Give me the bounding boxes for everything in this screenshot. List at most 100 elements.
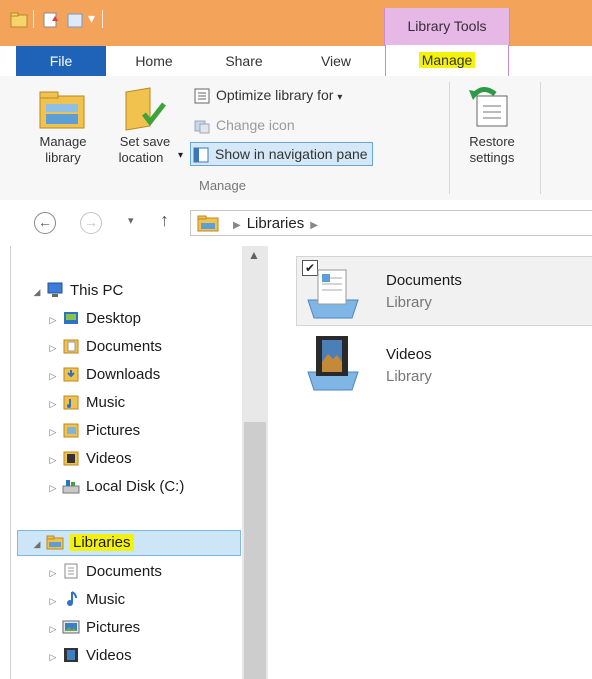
tree-label-videos: Videos bbox=[86, 450, 132, 467]
tree-item-music[interactable]: ▷ Music bbox=[46, 391, 126, 416]
group-separator bbox=[449, 82, 450, 194]
videos-folder-icon bbox=[63, 451, 79, 466]
up-arrow-icon[interactable]: ↑ bbox=[160, 210, 169, 231]
collapsed-arrow-icon[interactable]: ▷ bbox=[46, 561, 60, 585]
tree-label-this-pc: This PC bbox=[70, 282, 124, 299]
set-save-location-label-1: Set save bbox=[119, 134, 171, 149]
tree-item-desktop[interactable]: ▷ Desktop bbox=[46, 307, 142, 332]
tree-item-library-videos[interactable]: ▷ Videos bbox=[46, 644, 132, 668]
optimize-library-for-button[interactable]: Optimize library for ▾ bbox=[194, 84, 342, 106]
breadcrumb-libraries[interactable]: Libraries bbox=[247, 215, 305, 232]
collapsed-arrow-icon[interactable]: ▷ bbox=[46, 476, 60, 500]
music-folder-icon bbox=[63, 395, 79, 410]
content-pane: ✔ Documents Library Videos Library bbox=[268, 246, 592, 679]
film-icon bbox=[64, 648, 78, 662]
manage-library-label-1: Manage bbox=[39, 134, 87, 149]
chevron-down-icon: ▾ bbox=[178, 150, 184, 161]
collapsed-arrow-icon[interactable]: ▷ bbox=[46, 308, 60, 332]
tree-item-local-disk[interactable]: ▷ Local Disk (C:) bbox=[46, 475, 185, 500]
item-type-documents: Library bbox=[386, 294, 432, 311]
tree-item-pictures[interactable]: ▷ Pictures bbox=[46, 419, 141, 444]
restore-settings-icon bbox=[469, 87, 508, 127]
tree-item-library-music[interactable]: ▷ Music bbox=[46, 588, 126, 613]
set-save-location-label-2: location bbox=[118, 150, 164, 165]
collapsed-arrow-icon[interactable]: ▷ bbox=[46, 392, 60, 416]
restore-settings-button[interactable]: Restore settings bbox=[455, 86, 529, 174]
tree-item-downloads[interactable]: ▷ Downloads bbox=[46, 363, 161, 388]
breadcrumb-chevron-icon[interactable]: ▶ bbox=[310, 220, 318, 231]
item-name-documents: Documents bbox=[386, 272, 462, 289]
ribbon-manage-panel: Manage library Set save location ▾ Optim… bbox=[0, 76, 592, 201]
address-row: ← → ▾ ↑ ▶ Libraries ▶ bbox=[0, 200, 592, 246]
tree-label-downloads: Downloads bbox=[86, 366, 161, 383]
collapsed-arrow-icon[interactable]: ▷ bbox=[46, 589, 60, 613]
tree-label-library-videos: Videos bbox=[86, 647, 132, 664]
expanded-arrow-icon[interactable]: ◢ bbox=[30, 280, 44, 304]
change-icon-label: Change icon bbox=[216, 117, 295, 133]
optimize-library-for-label: Optimize library for bbox=[216, 87, 334, 103]
tree-label-local-disk: Local Disk (C:) bbox=[86, 478, 185, 495]
manage-group-label: Manage bbox=[199, 178, 246, 193]
tree-item-library-documents[interactable]: ▷ Documents bbox=[46, 560, 162, 584]
change-icon-button[interactable]: Change icon bbox=[194, 114, 295, 136]
documents-folder-icon bbox=[63, 339, 79, 354]
tree-item-videos[interactable]: ▷ Videos bbox=[46, 447, 132, 471]
chevron-down-icon: ▾ bbox=[337, 92, 343, 103]
tab-file[interactable]: File bbox=[16, 46, 106, 76]
recent-locations-chevron-icon[interactable]: ▾ bbox=[128, 214, 134, 227]
tree-item-documents[interactable]: ▷ Documents bbox=[46, 335, 162, 359]
tree-item-library-pictures[interactable]: ▷ Pictures bbox=[46, 616, 141, 641]
videos-library-icon bbox=[307, 336, 359, 391]
collapsed-arrow-icon[interactable]: ▷ bbox=[46, 364, 60, 388]
collapsed-arrow-icon[interactable]: ▷ bbox=[46, 617, 60, 641]
restore-settings-label-1: Restore bbox=[469, 134, 515, 149]
documents-library-icon bbox=[307, 269, 359, 319]
folder-icon[interactable] bbox=[10, 12, 28, 28]
change-icon-icon bbox=[194, 120, 210, 134]
document-icon bbox=[64, 563, 78, 579]
customize-quick-access-icon[interactable]: ▾ bbox=[88, 10, 95, 27]
show-in-navigation-pane-label: Show in navigation pane bbox=[215, 146, 368, 162]
back-button[interactable]: ← bbox=[34, 212, 56, 234]
breadcrumb-chevron-icon[interactable]: ▶ bbox=[233, 220, 241, 231]
set-save-location-button[interactable]: Set save location ▾ bbox=[104, 86, 186, 174]
collapsed-arrow-icon[interactable]: ▷ bbox=[46, 420, 60, 444]
tab-manage-label: Manage bbox=[418, 52, 476, 68]
library-tools-label: Library Tools bbox=[407, 18, 487, 34]
back-arrow-icon: ← bbox=[38, 214, 52, 230]
libraries-icon bbox=[46, 535, 64, 550]
tree-label-library-music: Music bbox=[86, 591, 126, 608]
nav-scrollbar-thumb[interactable] bbox=[244, 422, 266, 679]
library-folder-icon bbox=[39, 91, 85, 129]
restore-settings-label-2: settings bbox=[469, 150, 515, 165]
collapsed-arrow-icon[interactable]: ▷ bbox=[46, 645, 60, 669]
tab-share[interactable]: Share bbox=[212, 46, 276, 76]
new-folder-icon[interactable] bbox=[66, 12, 84, 28]
tree-label-music: Music bbox=[86, 394, 126, 411]
forward-button[interactable]: → bbox=[80, 212, 102, 234]
manage-library-button[interactable]: Manage library bbox=[28, 86, 98, 174]
picture-icon bbox=[62, 620, 80, 634]
scroll-up-arrow-icon[interactable]: ▲ bbox=[248, 248, 260, 262]
computer-icon bbox=[47, 282, 63, 297]
collapsed-arrow-icon[interactable]: ▷ bbox=[46, 336, 60, 360]
music-note-icon bbox=[67, 591, 77, 606]
forward-arrow-icon: → bbox=[84, 214, 98, 230]
properties-icon[interactable] bbox=[42, 12, 60, 28]
tree-item-this-pc[interactable]: ◢ This PC bbox=[30, 279, 124, 304]
expanded-arrow-icon[interactable]: ◢ bbox=[30, 532, 44, 556]
hard-drive-icon bbox=[62, 480, 80, 494]
title-bar: ▾ Library Tools bbox=[0, 0, 592, 46]
address-bar[interactable]: ▶ Libraries ▶ bbox=[190, 210, 592, 236]
show-in-navigation-pane-button[interactable]: Show in navigation pane bbox=[190, 142, 373, 166]
collapsed-arrow-icon[interactable]: ▷ bbox=[46, 448, 60, 472]
group-separator bbox=[540, 82, 541, 194]
toolbar-separator bbox=[102, 10, 103, 28]
tab-manage[interactable]: Manage bbox=[385, 45, 509, 77]
tree-item-libraries[interactable]: ◢ Libraries bbox=[30, 531, 134, 555]
tree-label-libraries: Libraries bbox=[70, 534, 134, 551]
tab-view[interactable]: View bbox=[304, 46, 368, 76]
window-border bbox=[10, 246, 11, 679]
optimize-icon bbox=[194, 88, 210, 104]
tab-home[interactable]: Home bbox=[122, 46, 186, 76]
